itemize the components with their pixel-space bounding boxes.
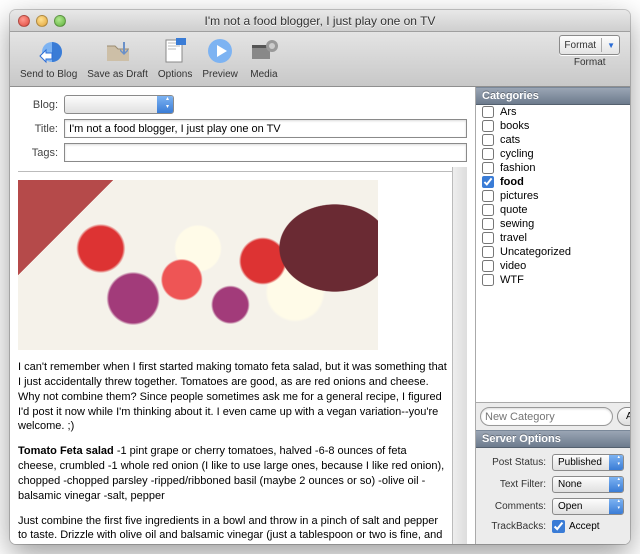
category-checkbox[interactable] bbox=[482, 260, 494, 272]
category-label: Uncategorized bbox=[500, 246, 571, 258]
send-to-blog-button[interactable]: Send to Blog bbox=[20, 35, 77, 80]
categories-header: Categories bbox=[476, 87, 630, 105]
category-checkbox[interactable] bbox=[482, 274, 494, 286]
tags-label: Tags: bbox=[18, 147, 58, 159]
category-label: travel bbox=[500, 232, 527, 244]
film-gear-icon bbox=[248, 35, 280, 67]
category-item[interactable]: fashion bbox=[476, 161, 630, 175]
server-options-header: Server Options bbox=[476, 430, 630, 448]
category-checkbox[interactable] bbox=[482, 148, 494, 160]
server-options: Post Status: Published Text Filter: None… bbox=[476, 448, 630, 544]
format-label: Format bbox=[574, 57, 606, 68]
category-item[interactable]: food bbox=[476, 175, 630, 189]
category-checkbox[interactable] bbox=[482, 246, 494, 258]
text-filter-select[interactable]: None bbox=[552, 476, 624, 493]
category-label: books bbox=[500, 120, 529, 132]
category-checkbox[interactable] bbox=[482, 218, 494, 230]
category-label: cats bbox=[500, 134, 520, 146]
app-window: I'm not a food blogger, I just play one … bbox=[10, 10, 630, 544]
chevron-down-icon: ▼ bbox=[607, 41, 615, 50]
category-checkbox[interactable] bbox=[482, 204, 494, 216]
category-item[interactable]: video bbox=[476, 259, 630, 273]
main-pane: Blog: Title: Tags: I can't remember when… bbox=[10, 87, 475, 544]
add-category-button[interactable]: Add bbox=[617, 407, 630, 426]
post-recipe: Tomato Feta salad -1 pint grape or cherr… bbox=[18, 444, 448, 503]
title-input[interactable] bbox=[64, 119, 467, 138]
title-label: Title: bbox=[18, 123, 58, 135]
category-label: sewing bbox=[500, 218, 534, 230]
category-checkbox[interactable] bbox=[482, 176, 494, 188]
category-checkbox[interactable] bbox=[482, 162, 494, 174]
comments-label: Comments: bbox=[482, 501, 552, 512]
trackbacks-label: TrackBacks: bbox=[482, 521, 552, 532]
category-checkbox[interactable] bbox=[482, 120, 494, 132]
category-checkbox[interactable] bbox=[482, 106, 494, 118]
category-item[interactable]: WTF bbox=[476, 273, 630, 287]
new-category-input[interactable] bbox=[480, 407, 613, 426]
category-checkbox[interactable] bbox=[482, 190, 494, 202]
titlebar[interactable]: I'm not a food blogger, I just play one … bbox=[10, 10, 630, 32]
category-checkbox[interactable] bbox=[482, 232, 494, 244]
comments-select[interactable]: Open bbox=[552, 498, 624, 515]
post-image[interactable] bbox=[18, 180, 378, 350]
preview-button[interactable]: Preview bbox=[202, 35, 238, 80]
category-label: WTF bbox=[500, 274, 524, 286]
media-button[interactable]: Media bbox=[248, 35, 280, 80]
category-label: food bbox=[500, 176, 524, 188]
post-paragraph: I can't remember when I first started ma… bbox=[18, 360, 448, 434]
editor-body[interactable]: I can't remember when I first started ma… bbox=[18, 171, 452, 544]
window-title: I'm not a food blogger, I just play one … bbox=[10, 14, 630, 28]
globe-arrow-icon bbox=[33, 35, 65, 67]
editor-scrollbar[interactable] bbox=[452, 167, 467, 544]
category-item[interactable]: Ars bbox=[476, 105, 630, 119]
post-status-label: Post Status: bbox=[482, 457, 552, 468]
text-filter-label: Text Filter: bbox=[482, 479, 552, 490]
category-item[interactable]: pictures bbox=[476, 189, 630, 203]
options-button[interactable]: Options bbox=[158, 35, 192, 80]
category-label: Ars bbox=[500, 106, 517, 118]
tags-input[interactable] bbox=[64, 143, 467, 162]
toolbar: Send to Blog Save as Draft Options Previ… bbox=[10, 32, 630, 87]
blog-select[interactable] bbox=[64, 95, 174, 114]
post-status-select[interactable]: Published bbox=[552, 454, 624, 471]
play-icon bbox=[204, 35, 236, 67]
category-item[interactable]: travel bbox=[476, 231, 630, 245]
category-item[interactable]: cats bbox=[476, 133, 630, 147]
document-flag-icon bbox=[159, 35, 191, 67]
category-label: quote bbox=[500, 204, 528, 216]
format-dropdown[interactable]: Format ▼ bbox=[559, 35, 620, 55]
post-paragraph: Just combine the first five ingredients … bbox=[18, 514, 448, 544]
save-as-draft-button[interactable]: Save as Draft bbox=[87, 35, 148, 80]
sidebar: Categories Ars books cats cycling fashion foo… bbox=[475, 87, 630, 544]
category-label: fashion bbox=[500, 162, 535, 174]
category-label: pictures bbox=[500, 190, 539, 202]
category-item[interactable]: cycling bbox=[476, 147, 630, 161]
category-item[interactable]: Uncategorized bbox=[476, 245, 630, 259]
category-item[interactable]: sewing bbox=[476, 217, 630, 231]
category-label: cycling bbox=[500, 148, 534, 160]
category-item[interactable]: books bbox=[476, 119, 630, 133]
category-label: video bbox=[500, 260, 526, 272]
category-item[interactable]: quote bbox=[476, 203, 630, 217]
folder-down-icon bbox=[102, 35, 134, 67]
blog-label: Blog: bbox=[18, 99, 58, 111]
category-checkbox[interactable] bbox=[482, 134, 494, 146]
categories-list[interactable]: Ars books cats cycling fashion food pictures qu… bbox=[476, 105, 630, 403]
trackbacks-checkbox[interactable] bbox=[552, 520, 565, 533]
